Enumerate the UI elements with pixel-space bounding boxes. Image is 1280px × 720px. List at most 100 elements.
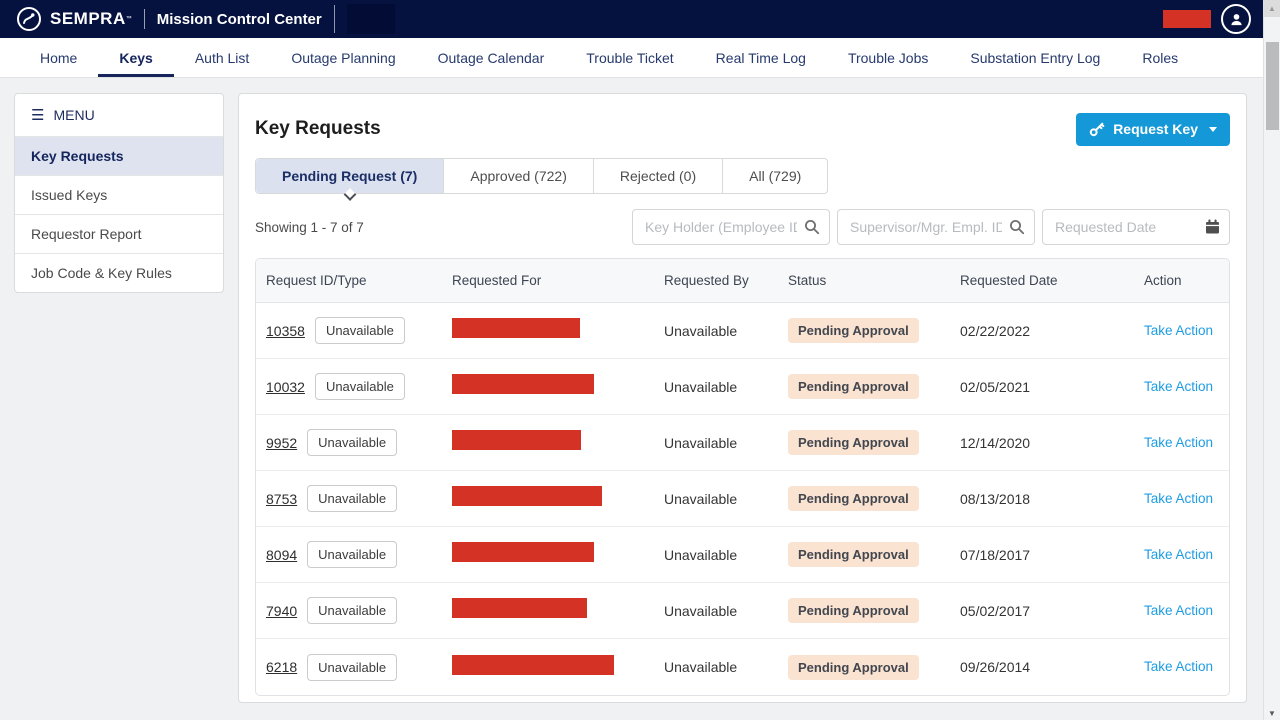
action-cell: Take Action — [1144, 322, 1229, 340]
sidebar-item-label: Job Code & Key Rules — [31, 265, 172, 281]
column-header: Request ID/Type — [266, 273, 452, 288]
requested-date-cell: 08/13/2018 — [960, 491, 1144, 507]
type-badge: Unavailable — [307, 485, 397, 512]
nav-item[interactable]: Home — [19, 38, 98, 77]
status-tab[interactable]: Approved (722) — [443, 159, 593, 193]
status-tab[interactable]: Pending Request (7) — [256, 159, 443, 193]
sidebar: ☰ MENU Key Requests Issued Keys Requestor … — [14, 93, 224, 293]
take-action-link[interactable]: Take Action — [1144, 547, 1213, 562]
tab-label: Pending Request (7) — [282, 168, 417, 184]
redacted-header-item — [347, 4, 395, 34]
status-tab[interactable]: Rejected (0) — [593, 159, 722, 193]
sidebar-item[interactable]: Issued Keys — [15, 175, 223, 214]
requested-date-input[interactable] — [1042, 209, 1230, 245]
status-badge: Pending Approval — [788, 318, 919, 343]
filters — [632, 209, 1230, 245]
sidebar-item[interactable]: Key Requests — [15, 136, 223, 175]
requested-by-cell: Unavailable — [664, 323, 788, 339]
status-cell: Pending Approval — [788, 430, 960, 455]
type-badge: Unavailable — [315, 317, 405, 344]
requested-date-cell: 07/18/2017 — [960, 547, 1144, 563]
take-action-link[interactable]: Take Action — [1144, 603, 1213, 618]
request-id-link[interactable]: 10358 — [266, 323, 305, 339]
type-badge: Unavailable — [307, 597, 397, 624]
nav-item[interactable]: Real Time Log — [695, 38, 827, 77]
scrollbar-thumb[interactable] — [1266, 42, 1279, 130]
key-requests-table: Request ID/TypeRequested ForRequested By… — [255, 258, 1230, 696]
sidebar-item-label: Key Requests — [31, 148, 124, 164]
nav-item[interactable]: Outage Calendar — [417, 38, 566, 77]
status-cell: Pending Approval — [788, 318, 960, 343]
request-id-cell: 6218 Unavailable — [266, 654, 452, 681]
nav-item[interactable]: Trouble Ticket — [565, 38, 694, 77]
request-id-link[interactable]: 6218 — [266, 659, 297, 675]
column-header: Requested For — [452, 273, 664, 288]
request-id-link[interactable]: 9952 — [266, 435, 297, 451]
action-cell: Take Action — [1144, 378, 1229, 396]
status-badge: Pending Approval — [788, 542, 919, 567]
requested-date-filter — [1042, 209, 1230, 245]
nav-item-label: Outage Calendar — [438, 50, 545, 66]
brand-area: SEMPRA™ Mission Control Center — [16, 4, 395, 34]
redacted-requested-for — [452, 655, 614, 675]
primary-nav: Home KeysAuth ListOutage Planning Outage C… — [0, 38, 1263, 78]
table-row: 8753 Unavailable Unavailable Pending App… — [256, 471, 1229, 527]
nav-item-label: Trouble Ticket — [586, 50, 673, 66]
scroll-down-arrow[interactable]: ▼ — [1264, 709, 1280, 718]
requested-for-cell — [452, 542, 664, 567]
request-id-cell: 9952 Unavailable — [266, 429, 452, 456]
requested-date-cell: 09/26/2014 — [960, 659, 1144, 675]
brand-name: SEMPRA — [50, 9, 126, 29]
nav-item[interactable]: Keys — [98, 38, 173, 77]
action-cell: Take Action — [1144, 602, 1229, 620]
requested-for-cell — [452, 374, 664, 399]
request-id-cell: 10032 Unavailable — [266, 373, 452, 400]
header-divider — [144, 9, 145, 29]
search-icon — [1009, 219, 1025, 235]
status-cell: Pending Approval — [788, 655, 960, 680]
sidebar-item[interactable]: Job Code & Key Rules — [15, 253, 223, 292]
sempra-logo-icon — [16, 6, 42, 32]
status-tab[interactable]: All (729) — [722, 159, 827, 193]
request-key-button[interactable]: Request Key — [1076, 113, 1230, 146]
nav-item-label: Home — [40, 50, 77, 66]
nav-item[interactable]: Substation Entry Log — [949, 38, 1121, 77]
action-cell: Take Action — [1144, 490, 1229, 508]
search-icon — [804, 219, 820, 235]
request-id-link[interactable]: 7940 — [266, 603, 297, 619]
request-id-cell: 8753 Unavailable — [266, 485, 452, 512]
status-cell: Pending Approval — [788, 486, 960, 511]
status-badge: Pending Approval — [788, 598, 919, 623]
take-action-link[interactable]: Take Action — [1144, 323, 1213, 338]
nav-item[interactable]: Auth List — [174, 38, 270, 77]
nav-item[interactable]: Trouble Jobs — [827, 38, 949, 77]
supervisor-input[interactable] — [837, 209, 1035, 245]
key-holder-input[interactable] — [632, 209, 830, 245]
take-action-link[interactable]: Take Action — [1144, 659, 1213, 674]
nav-item[interactable]: Outage Planning — [270, 38, 416, 77]
take-action-link[interactable]: Take Action — [1144, 491, 1213, 506]
supervisor-filter — [837, 209, 1035, 245]
active-tab-pointer — [343, 188, 356, 201]
request-id-cell: 8094 Unavailable — [266, 541, 452, 568]
status-badge: Pending Approval — [788, 655, 919, 680]
redacted-requested-for — [452, 598, 587, 618]
column-header: Requested By — [664, 273, 788, 288]
request-id-link[interactable]: 10032 — [266, 379, 305, 395]
take-action-link[interactable]: Take Action — [1144, 435, 1213, 450]
user-avatar-button[interactable] — [1221, 4, 1251, 34]
sidebar-item[interactable]: Requestor Report — [15, 214, 223, 253]
table-header-row: Request ID/TypeRequested ForRequested By… — [256, 259, 1229, 303]
request-id-link[interactable]: 8094 — [266, 547, 297, 563]
request-id-link[interactable]: 8753 — [266, 491, 297, 507]
sidebar-menu-header[interactable]: ☰ MENU — [15, 94, 223, 136]
calendar-icon — [1205, 219, 1220, 235]
page-scrollbar[interactable]: ▲ ▼ — [1263, 0, 1280, 720]
type-badge: Unavailable — [315, 373, 405, 400]
type-badge: Unavailable — [307, 654, 397, 681]
take-action-link[interactable]: Take Action — [1144, 379, 1213, 394]
status-badge: Pending Approval — [788, 486, 919, 511]
sidebar-item-label: Requestor Report — [31, 226, 142, 242]
nav-item[interactable]: Roles — [1121, 38, 1199, 77]
scroll-up-arrow[interactable]: ▲ — [1264, 0, 1280, 17]
